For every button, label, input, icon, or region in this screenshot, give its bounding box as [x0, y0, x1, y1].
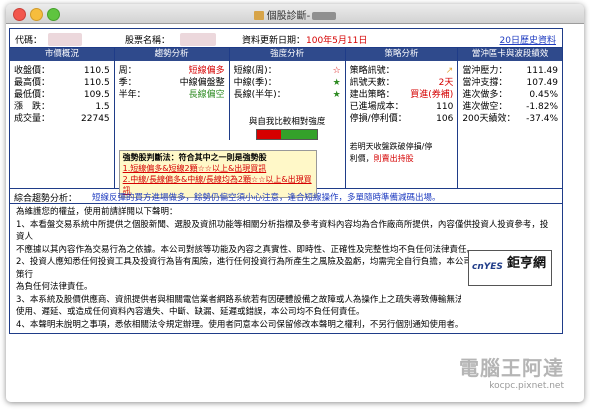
- star-filled-icon: ★: [332, 78, 341, 88]
- strategy-title: 策略分析: [345, 48, 458, 61]
- strength-row: 長線(半年)： ★: [233, 90, 341, 100]
- trend-title: 趨勢分析: [114, 48, 229, 61]
- strength-panel: 強度分析 短線(周)： ☆ 中線(季)： ★ 長線(半年)： ★ 與自我比較相對強度: [229, 48, 345, 140]
- star-filled-icon: ★: [332, 90, 341, 100]
- market-title: 市價概況: [10, 48, 114, 61]
- trend-row: 半年： 長線偏空: [118, 90, 225, 100]
- strength-bar-red: [257, 130, 282, 139]
- trend-panel: 趨勢分析 周： 短線偏多 季： 中線偏盤整 半年： 長線偏空: [114, 48, 230, 140]
- disclaimer-line: 3、本系統及股價供應商、資訊提供者與相關電信業者網路系統若有因硬體設備之故障或人…: [16, 294, 461, 305]
- strategy-row: 停損/停利價： 106: [349, 114, 454, 124]
- watermark: 電腦王阿達 kocpc.pixnet.net: [459, 356, 564, 391]
- arrow-up-icon: ↗: [445, 66, 454, 76]
- volatility-row: 進次做多： 0.45%: [462, 90, 558, 100]
- volatility-row: 當沖支撐： 107.49: [462, 78, 558, 88]
- star-hollow-icon: ☆: [332, 66, 341, 76]
- strategy-row: 訊號天數： 2天: [349, 78, 454, 88]
- market-row: 收盤價： 110.5: [14, 66, 110, 76]
- strength-row: 短線(周)： ☆: [233, 66, 341, 76]
- redacted-code: [48, 33, 82, 46]
- strength-row: 中線(季)： ★: [233, 78, 341, 88]
- folder-icon: [253, 11, 264, 20]
- report-frame: 代碼： 股票名稱： 資料更新日期： 100年5月11日 20日歷史資料 市價概況…: [9, 28, 563, 334]
- strategy-row: 建出策略： 買進(券補): [349, 90, 454, 100]
- info-header: 代碼： 股票名稱： 資料更新日期： 100年5月11日 20日歷史資料: [10, 29, 562, 48]
- strategy-panel: 策略分析 策略訊號： ↗ 訊號天數： 2天 建出策略： 買進(券補) 已進場成本： 11…: [345, 48, 459, 188]
- redacted-name: [180, 33, 216, 46]
- market-panel: 市價概況 收盤價： 110.5 最高價： 110.5 最低價： 109.5 漲 跌： 1…: [10, 48, 115, 188]
- disclaimer: 為維護您的權益，使用前請詳閱以下聲明： 1、本看盤交易系統中所提供之個股新聞、選…: [10, 204, 562, 333]
- trend-row: 周： 短線偏多: [118, 66, 225, 76]
- strength-title: 強度分析: [229, 48, 345, 61]
- volatility-row: 進次做空： -1.82%: [462, 102, 558, 112]
- name-label: 股票名稱：: [125, 36, 171, 46]
- legend-line-1: 1.短線偏多&短線2顆☆☆以上&出現買訊: [122, 164, 267, 173]
- history-link[interactable]: 20日歷史資料: [500, 33, 556, 46]
- volatility-panel: 當沖區卡與波段績效 當沖壓力： 111.49 當沖支撐： 107.49 進次做多： 0…: [458, 48, 562, 188]
- strategy-row: 策略訊號： ↗: [349, 66, 454, 76]
- report-content: 代碼： 股票名稱： 資料更新日期： 100年5月11日 20日歷史資料 市價概況…: [6, 24, 584, 402]
- window-title: 個股診斷-: [6, 7, 584, 22]
- disclaimer-line: 使用、遲延、或造成任何資料內容遺失、中斷、缺漏、延遲或錯誤，本公司均不負任何責任…: [16, 307, 365, 317]
- redacted-stock-name: [312, 12, 337, 20]
- window-title-text: 個股診斷-: [266, 11, 311, 22]
- disclaimer-line: 1、本看盤交易系統中所提供之個股新聞、選股及資訊功能等相關分析指標及參考資料內容…: [16, 219, 549, 243]
- relative-strength-label: 與自我比較相對強度: [248, 117, 326, 127]
- disclaimer-line: 為維護您的權益，使用前請詳閱以下聲明：: [16, 207, 178, 217]
- overview-label: 綜合趨勢分析：: [14, 194, 78, 204]
- disclaimer-line: 4、本聲明未說明之事項，悉依相關法令規定辦理。使用者同意本公司保留修改本聲明之權…: [16, 319, 464, 330]
- trend-strength-block: 趨勢分析 周： 短線偏多 季： 中線偏盤整 半年： 長線偏空 強度分析 短線(周)： ☆…: [114, 48, 346, 198]
- strength-bar-green: [281, 130, 318, 139]
- cnyes-logo: cnYES 鉅亨網: [468, 250, 552, 286]
- strategy-row: 已進場成本： 110: [349, 102, 454, 112]
- overview-row: 綜合趨勢分析： 短線反彈的買方進場做多，餘勢仍偏空須小心注意，逢合短線操作，多單…: [10, 189, 562, 204]
- overview-text: 短線反彈的買方進場做多，餘勢仍偏空須小心注意，逢合短線操作，多單隨時準備減碼出場…: [92, 193, 441, 203]
- analysis-grid: 市價概況 收盤價： 110.5 最高價： 110.5 最低價： 109.5 漲 跌： 1…: [10, 48, 562, 198]
- volatility-title: 當沖區卡與波段績效: [458, 48, 562, 61]
- code-label: 代碼：: [15, 36, 43, 46]
- app-window: 個股診斷- 代碼： 股票名稱： 資料更新日期： 100年5月11日 20日歷史資…: [6, 4, 584, 402]
- market-row: 成交量： 22745: [14, 114, 110, 124]
- relative-strength-bar: [256, 129, 319, 140]
- market-row: 最低價： 109.5: [14, 90, 110, 100]
- update-label: 資料更新日期：: [242, 36, 306, 46]
- volatility-row: 200天績效： -37.4%: [462, 114, 558, 124]
- trend-row: 季： 中線偏盤整: [118, 78, 225, 88]
- title-bar: 個股診斷-: [6, 4, 584, 24]
- market-row: 漲 跌： 1.5: [14, 102, 110, 112]
- update-date: 100年5月11日: [306, 36, 368, 46]
- volatility-row: 當沖壓力： 111.49: [462, 66, 558, 76]
- market-row: 最高價： 110.5: [14, 78, 110, 88]
- legend-title: 強勢股判斷法：符合其中之一則是強勢股: [122, 153, 267, 162]
- strategy-note: 若明天收盤跌破停損/停 利價，則賣出持股: [349, 142, 433, 163]
